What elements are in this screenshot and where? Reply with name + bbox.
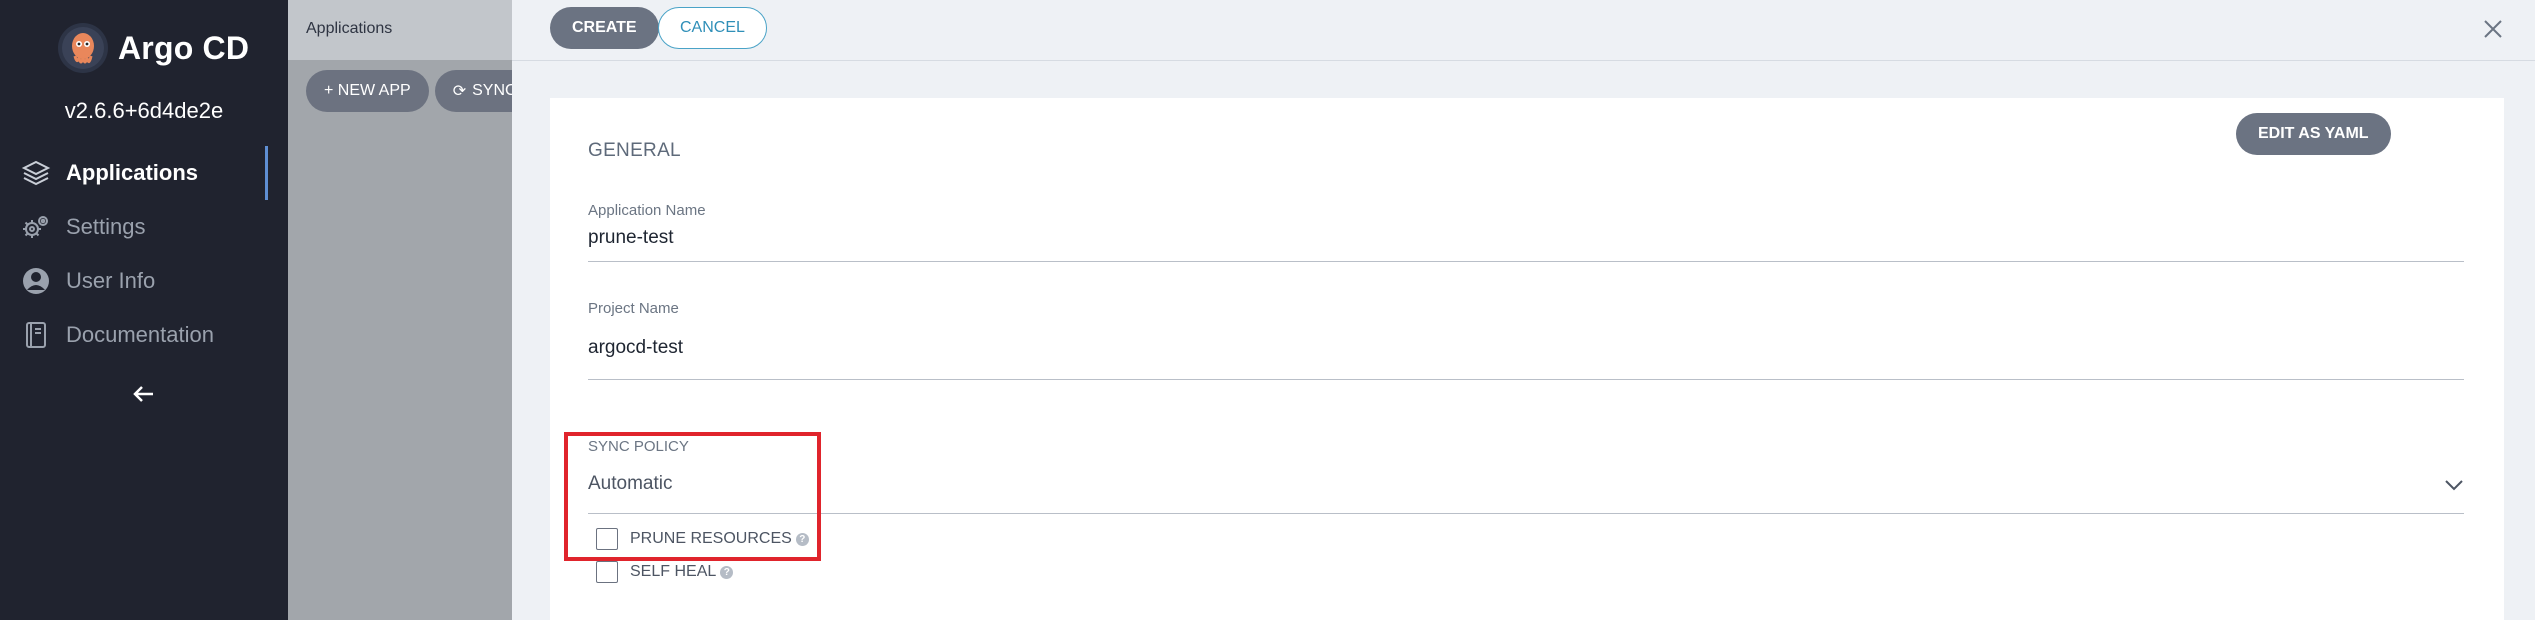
help-icon[interactable]: ? — [720, 565, 734, 579]
highlight-annotation — [564, 432, 821, 561]
section-title: GENERAL — [588, 140, 681, 161]
sidebar-item-user-info[interactable]: User Info — [0, 254, 288, 308]
version-label: v2.6.6+6d4de2e — [64, 98, 224, 123]
general-section-card: EDIT AS YAML GENERAL Application Name pr… — [550, 98, 2504, 620]
sync-icon: ⟳ — [452, 83, 467, 100]
sidebar-item-label: User Info — [66, 268, 156, 293]
sidebar-item-label: Settings — [66, 214, 146, 239]
collapse-sidebar-button[interactable] — [128, 378, 160, 410]
gears-icon — [20, 211, 52, 243]
sidebar-nav: Applications Settings User Info Document… — [0, 146, 288, 362]
sidebar-item-label: Applications — [66, 160, 199, 185]
sidebar-item-applications[interactable]: Applications — [0, 146, 288, 200]
logo[interactable]: Argo CD — [58, 18, 249, 78]
sync-label: SYNC — [472, 82, 517, 99]
application-name-input[interactable]: prune-test — [588, 227, 2464, 249]
chevron-down-icon[interactable] — [2444, 478, 2464, 492]
create-button[interactable]: CREATE — [550, 7, 659, 49]
field-label: Project Name — [588, 300, 679, 317]
new-app-button[interactable]: + NEW APP — [306, 70, 429, 112]
field-underline — [588, 379, 2464, 380]
arrow-left-icon — [133, 386, 153, 402]
breadcrumb: Applications — [306, 20, 393, 37]
project-name-select[interactable]: argocd-test — [588, 337, 2464, 359]
field-label: SYNC POLICY — [588, 438, 689, 455]
sync-policy-select[interactable]: Automatic — [588, 473, 2464, 495]
sidebar: Argo CD v2.6.6+6d4de2e Applications Sett… — [0, 0, 288, 620]
project-name-field[interactable]: Project Name argocd-test — [588, 300, 2464, 380]
edit-as-yaml-button[interactable]: EDIT AS YAML — [2236, 113, 2391, 155]
self-heal-label: SELF HEAL — [630, 563, 717, 580]
close-icon — [2484, 20, 2502, 38]
application-name-field[interactable]: Application Name prune-test — [588, 202, 2464, 262]
field-underline — [588, 513, 2464, 514]
close-panel-button[interactable] — [2478, 14, 2508, 44]
sidebar-item-label: Documentation — [66, 322, 214, 347]
background-toolbar: + NEW APP ⟳ SYNC — [288, 64, 541, 118]
sync-policy-field[interactable]: SYNC POLICY Automatic — [588, 438, 2464, 514]
self-heal-option: SELF HEAL ? — [596, 561, 734, 583]
self-heal-checkbox[interactable] — [596, 561, 618, 583]
field-underline — [588, 261, 2464, 262]
cancel-button[interactable]: CANCEL — [658, 7, 767, 49]
layers-icon — [20, 157, 52, 189]
sidebar-item-documentation[interactable]: Documentation — [0, 308, 288, 362]
field-label: Application Name — [588, 202, 706, 219]
book-icon — [20, 319, 52, 351]
argo-logo-icon — [58, 23, 108, 73]
user-circle-icon — [20, 265, 52, 297]
panel-toolbar: CREATE CANCEL — [512, 0, 2535, 61]
sidebar-item-settings[interactable]: Settings — [0, 200, 288, 254]
app-name: Argo CD — [118, 29, 250, 66]
